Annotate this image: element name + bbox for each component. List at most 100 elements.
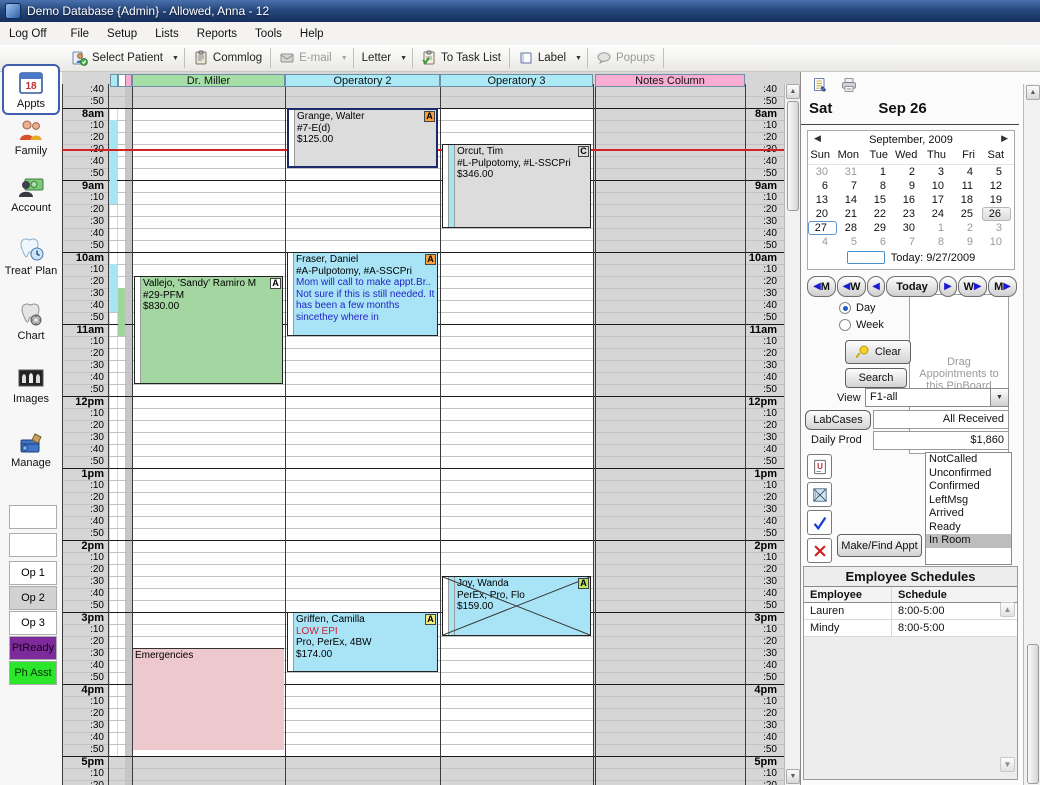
chevron-down-icon[interactable]: ▼	[572, 53, 585, 64]
chevron-down-icon[interactable]: ▼	[397, 53, 410, 64]
confirm-check-button[interactable]	[807, 510, 832, 535]
calendar-day[interactable]: 2	[895, 165, 924, 179]
delete-x-button[interactable]	[807, 538, 832, 563]
calendar-day[interactable]: 9	[953, 235, 982, 249]
sidebar-module-chart[interactable]: Chart	[0, 301, 62, 353]
calendar-day[interactable]: 6	[808, 179, 837, 193]
status-item-leftmsg[interactable]: LeftMsg	[926, 494, 1011, 508]
commlog-button[interactable]: Commlog	[187, 46, 268, 70]
calendar-day[interactable]: 3	[982, 221, 1011, 235]
prev-month-icon[interactable]: ◀	[810, 133, 825, 144]
calendar-day[interactable]: 1	[866, 165, 895, 179]
status-item-arrived[interactable]: Arrived	[926, 507, 1011, 521]
today-button[interactable]: Today	[886, 276, 938, 297]
calendar-day[interactable]: 5	[982, 165, 1011, 179]
day-radio-icon[interactable]	[839, 302, 851, 314]
calendar-day[interactable]: 24	[924, 207, 953, 221]
calendar-day[interactable]: 8	[866, 179, 895, 193]
appointment-fraser[interactable]: Fraser, Daniel#A-Pulpotomy, #A-SSCPriMom…	[287, 252, 438, 336]
forward-day-button[interactable]: ▶	[939, 276, 957, 297]
calendar-day[interactable]: 22	[866, 207, 895, 221]
calendar-day[interactable]: 6	[866, 235, 895, 249]
week-radio-icon[interactable]	[839, 319, 851, 331]
calendar-day[interactable]: 12	[982, 179, 1011, 193]
forward-week-button[interactable]: W▶	[958, 276, 987, 297]
calendar-day[interactable]: 7	[895, 235, 924, 249]
sidebar-module-manage[interactable]: Manage	[0, 428, 62, 480]
calendar-day[interactable]: 11	[953, 179, 982, 193]
status-item-ready[interactable]: Ready	[926, 521, 1011, 535]
sidebar-module-family[interactable]: Family	[0, 116, 62, 168]
clear-button[interactable]: Clear	[845, 340, 911, 364]
calendar-day[interactable]: 18	[953, 193, 982, 207]
sidebar-op-empty[interactable]	[9, 505, 57, 529]
sidebar-op-op-1[interactable]: Op 1	[9, 561, 57, 585]
calendar-day[interactable]: 13	[808, 193, 837, 207]
sidebar-module-account[interactable]: Account	[0, 173, 62, 225]
menu-item-file[interactable]: File	[62, 25, 99, 43]
appointment-orcut[interactable]: Orcut, Tim#L-Pulpotomy, #L-SSCPri$346.00…	[442, 144, 591, 228]
letter-button[interactable]: Letter	[356, 46, 397, 70]
menu-item-lists[interactable]: Lists	[146, 25, 188, 43]
scroll-up-icon[interactable]: ▲	[1000, 602, 1015, 617]
calendar-day[interactable]: 23	[895, 207, 924, 221]
status-item-notcalled[interactable]: NotCalled	[926, 453, 1011, 467]
sidebar-op-op-3[interactable]: Op 3	[9, 611, 57, 635]
calendar-day[interactable]: 14	[837, 193, 866, 207]
confirmation-status-list[interactable]: NotCalledUnconfirmedConfirmedLeftMsgArri…	[925, 452, 1012, 565]
status-item-confirmed[interactable]: Confirmed	[926, 480, 1011, 494]
menu-item-tools[interactable]: Tools	[246, 25, 291, 43]
right-panel-scrollbar[interactable]: ▲	[1023, 84, 1040, 785]
column-header-dr-miller[interactable]: Dr. Miller	[132, 74, 285, 87]
calendar-day[interactable]: 21	[837, 207, 866, 221]
label-button[interactable]: Label	[512, 46, 572, 70]
calendar-day[interactable]: 28	[837, 221, 866, 235]
make-find-appt-button[interactable]: Make/Find Appt	[837, 534, 922, 557]
sidebar-module-appts[interactable]: 18Appts	[2, 64, 60, 115]
to-task-list-button[interactable]: To Task List	[415, 46, 507, 70]
today-outline-box[interactable]	[847, 251, 885, 264]
print-button[interactable]	[836, 73, 862, 97]
calendar-day[interactable]: 31	[837, 165, 866, 179]
select-patient-button[interactable]: Select Patient	[66, 46, 169, 70]
calendar-day[interactable]: 10	[982, 235, 1011, 249]
appointment-griffen[interactable]: Griffen, CamillaLOW EPIPro, PerEx, 4BW$1…	[287, 612, 438, 672]
column-header-notes-column[interactable]: Notes Column	[595, 74, 745, 87]
calendar-day[interactable]: 1	[924, 221, 953, 235]
sidebar-module-treatplan[interactable]: Treat' Plan	[0, 236, 62, 288]
back-day-button[interactable]: ◀	[867, 276, 885, 297]
appointment-grange[interactable]: Grange, Walter#7-E(d)$125.00A	[287, 108, 438, 168]
calendar-day[interactable]: 25	[953, 207, 982, 221]
calendar-day[interactable]: 16	[895, 193, 924, 207]
forward-month-button[interactable]: M▶	[988, 276, 1017, 297]
menu-item-help[interactable]: Help	[291, 25, 333, 43]
calendar-day[interactable]: 30	[895, 221, 924, 235]
scroll-up-icon[interactable]: ▲	[786, 84, 800, 99]
scrollbar-thumb[interactable]	[1027, 644, 1039, 784]
appointment-joy[interactable]: Joy, WandaPerEx, Pro, Flo$159.00A	[442, 576, 591, 636]
appointment-emergencies[interactable]: Emergencies	[133, 648, 284, 750]
calendar-day[interactable]: 17	[924, 193, 953, 207]
menu-item-reports[interactable]: Reports	[188, 25, 246, 43]
menu-item-log-off[interactable]: Log Off	[0, 25, 56, 43]
calendar-day[interactable]: 15	[866, 193, 895, 207]
appointment-list-button[interactable]	[807, 73, 833, 97]
calendar-day[interactable]: 7	[837, 179, 866, 193]
sidebar-module-images[interactable]: Images	[0, 364, 62, 416]
appointment-vallejo[interactable]: Vallejo, 'Sandy' Ramiro M#29-PFM$830.00A	[134, 276, 283, 384]
calendar-selected-day[interactable]: 26	[982, 207, 1011, 221]
calendar-day[interactable]: 8	[924, 235, 953, 249]
calendar-today-day[interactable]: 27	[808, 221, 837, 235]
sidebar-op-empty[interactable]	[9, 533, 57, 557]
calendar-day[interactable]: 30	[808, 165, 837, 179]
status-item-unconfirmed[interactable]: Unconfirmed	[926, 467, 1011, 481]
view-combobox[interactable]: F1-all ▼	[865, 388, 1009, 407]
chevron-down-icon[interactable]: ▼	[169, 53, 182, 64]
column-header-operatory-3[interactable]: Operatory 3	[440, 74, 593, 87]
chevron-down-icon[interactable]: ▼	[990, 389, 1008, 406]
back-month-button[interactable]: ◀M	[807, 276, 836, 297]
sidebar-op-ph-asst[interactable]: Ph Asst	[9, 661, 57, 685]
calendar-day[interactable]: 3	[924, 165, 953, 179]
next-month-icon[interactable]: ▶	[997, 133, 1012, 144]
calendar-day[interactable]: 2	[953, 221, 982, 235]
